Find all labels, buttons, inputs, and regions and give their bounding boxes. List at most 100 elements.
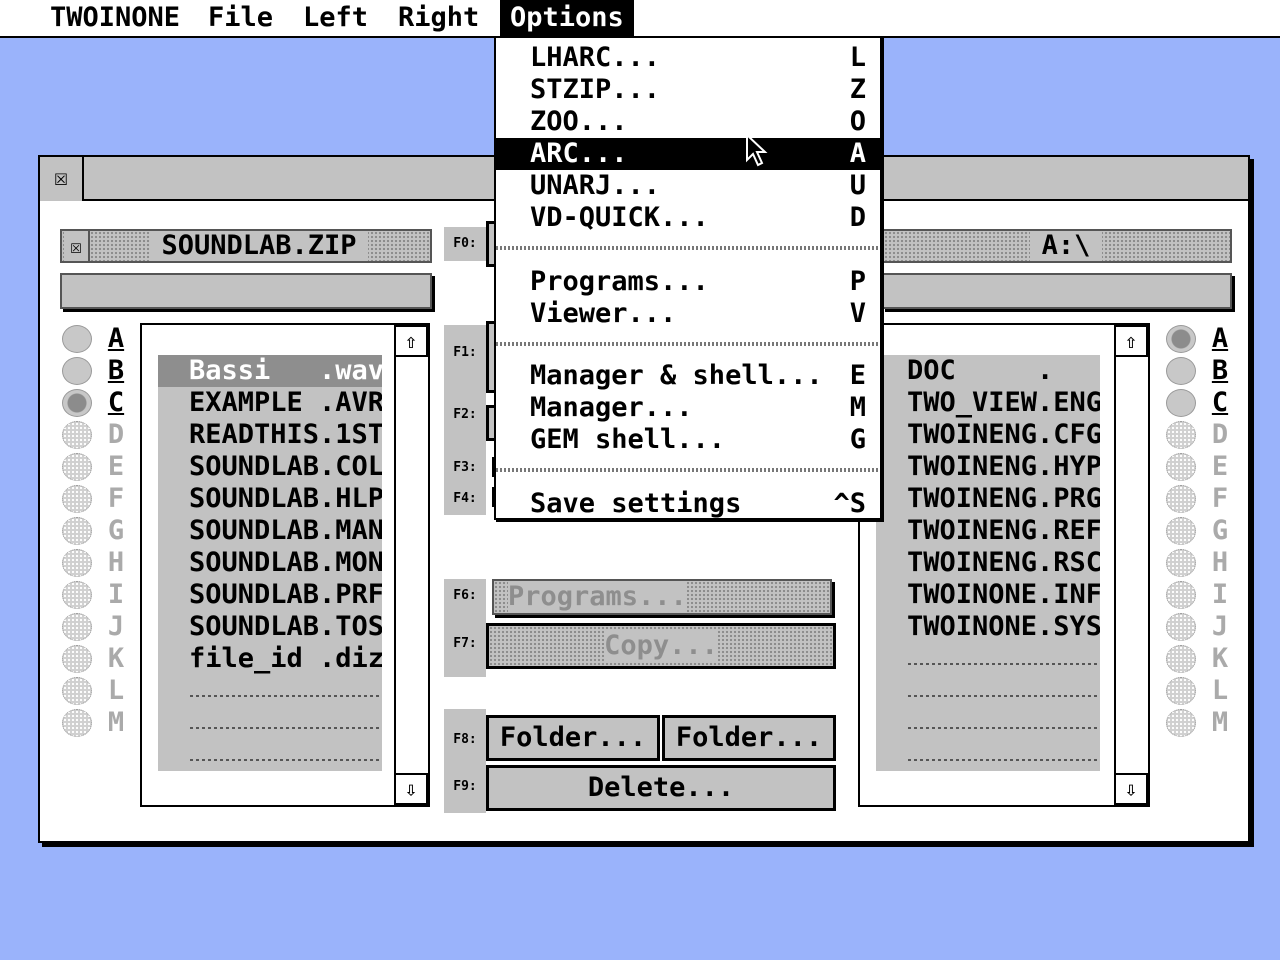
menu-right[interactable]: Right	[388, 0, 489, 36]
file-row[interactable]: TWOINENG.PRG	[876, 483, 1100, 515]
folder-left-button[interactable]: Folder...	[486, 715, 660, 761]
file-row[interactable]: TWOINENG.RSC	[876, 547, 1100, 579]
file-row[interactable]: Bassi .wav	[158, 355, 382, 387]
right-drive-letter-b: B	[1211, 355, 1229, 386]
file-row[interactable]: SOUNDLAB.COL	[158, 451, 382, 483]
menu-item-save-settings[interactable]: Save settings ^S	[496, 488, 880, 520]
menu-item-manager[interactable]: Manager... M	[496, 392, 880, 424]
left-drive-letter-c: C	[107, 387, 125, 418]
menu-item-gem-shell[interactable]: GEM shell... G	[496, 424, 880, 456]
right-drive-radio-k	[1166, 645, 1196, 673]
right-drive-radio-c[interactable]	[1166, 389, 1196, 417]
file-row[interactable]: TWOINENG.CFG	[876, 419, 1100, 451]
left-drive-radio-c[interactable]	[62, 389, 92, 417]
file-row[interactable]: SOUNDLAB.MAN	[158, 515, 382, 547]
menu-item-viewer[interactable]: Viewer... V	[496, 298, 880, 330]
menu-item-zoo[interactable]: ZOO... O	[496, 106, 880, 138]
left-drive-radio-d	[62, 421, 92, 449]
right-info-bar	[882, 273, 1232, 309]
file-row[interactable]: file_id .diz	[158, 643, 382, 675]
file-row[interactable]: TWOINONE.INF	[876, 579, 1100, 611]
file-row[interactable]: SOUNDLAB.HLP	[158, 483, 382, 515]
menu-separator	[496, 468, 880, 472]
left-drive-radio-a[interactable]	[62, 325, 92, 353]
right-drive-radio-a[interactable]	[1166, 325, 1196, 353]
file-row[interactable]: TWOINENG.HYP	[876, 451, 1100, 483]
menu-item-stzip[interactable]: STZIP... Z	[496, 74, 880, 106]
left-drive-letter-d: D	[107, 419, 125, 450]
fkey-f4-label: F4:	[444, 483, 486, 515]
right-drive-radio-g	[1166, 517, 1196, 545]
right-drive-radio-b[interactable]	[1166, 357, 1196, 385]
right-drive-radio-j	[1166, 613, 1196, 641]
left-drive-radio-f	[62, 485, 92, 513]
left-close-icon[interactable]: ☒	[64, 231, 90, 261]
right-drive-list: ABCDEFGHIJKLM	[1166, 323, 1236, 745]
options-menu: LHARC... L STZIP... Z ZOO... O ARC... A UNAR…	[494, 36, 882, 520]
right-drive-radio-l	[1166, 677, 1196, 705]
fkey-f1-label: F1:	[444, 325, 486, 397]
right-file-panel: DOC . TWO_VIEW.ENG TWOINENG.CFG TWOINENG.HY…	[858, 323, 1150, 807]
file-row[interactable]: SOUNDLAB.MON	[158, 547, 382, 579]
left-drive-radio-i	[62, 581, 92, 609]
menu-item-arc[interactable]: ARC... A	[496, 138, 880, 170]
file-row[interactable]: TWOINENG.REF	[876, 515, 1100, 547]
right-drive-letter-k: K	[1211, 643, 1229, 674]
menu-file[interactable]: File	[198, 0, 283, 36]
file-row[interactable]: EXAMPLE .AVR	[158, 387, 382, 419]
right-scroll-up-icon[interactable]: ⇧	[1114, 325, 1148, 357]
empty-file-row	[190, 707, 382, 739]
menu-item-manager-shell[interactable]: Manager & shell... E	[496, 360, 880, 392]
mouse-pointer-icon	[746, 134, 768, 167]
left-drive-radio-g	[62, 517, 92, 545]
file-row[interactable]: TWO_VIEW.ENG	[876, 387, 1100, 419]
file-row[interactable]: SOUNDLAB.TOS	[158, 611, 382, 643]
menu-item-unarj[interactable]: UNARJ... U	[496, 170, 880, 202]
right-file-list[interactable]: DOC . TWO_VIEW.ENG TWOINENG.CFG TWOINENG.HY…	[876, 355, 1100, 771]
menu-item-programs[interactable]: Programs... P	[496, 266, 880, 298]
right-path-label: A:\	[1030, 231, 1102, 261]
left-drive-letter-h: H	[107, 547, 125, 578]
left-drive-radio-b[interactable]	[62, 357, 92, 385]
right-drive-letter-f: F	[1211, 483, 1229, 514]
right-drive-radio-i	[1166, 581, 1196, 609]
delete-button[interactable]: Delete...	[486, 765, 836, 811]
file-row[interactable]: DOC .	[876, 355, 1100, 387]
menu-item-lharc[interactable]: LHARC... L	[496, 42, 880, 74]
left-drive-list: ABCDEFGHIJKLM	[62, 323, 132, 745]
menu-options[interactable]: Options	[500, 0, 634, 36]
left-drive-letter-m: M	[107, 707, 125, 738]
menu-separator	[496, 342, 880, 346]
right-drive-letter-e: E	[1211, 451, 1229, 482]
left-file-list[interactable]: Bassi .wav EXAMPLE .AVR READTHIS.1ST SOUNDL…	[158, 355, 382, 771]
fkey-f9-label: F9:	[444, 761, 486, 813]
fkey-f8-label: F8:	[444, 709, 486, 761]
right-drive-letter-a: A	[1211, 323, 1229, 354]
left-drive-letter-l: L	[107, 675, 125, 706]
right-drive-letter-j: J	[1211, 611, 1229, 642]
empty-file-row	[190, 675, 382, 707]
left-drive-radio-l	[62, 677, 92, 705]
folder-right-button[interactable]: Folder...	[662, 715, 836, 761]
file-row[interactable]: READTHIS.1ST	[158, 419, 382, 451]
right-scroll-down-icon[interactable]: ⇩	[1114, 773, 1148, 805]
programs-button[interactable]: Programs...	[492, 579, 832, 615]
left-scroll-down-icon[interactable]: ⇩	[394, 773, 428, 805]
close-icon[interactable]: ☒	[40, 157, 84, 201]
file-row[interactable]: TWOINONE.SYS	[876, 611, 1100, 643]
right-drive-letter-d: D	[1211, 419, 1229, 450]
left-scroll-up-icon[interactable]: ⇧	[394, 325, 428, 357]
left-drive-radio-m	[62, 709, 92, 737]
left-drive-letter-a: A	[107, 323, 125, 354]
right-drive-radio-m	[1166, 709, 1196, 737]
file-row[interactable]: SOUNDLAB.PRF	[158, 579, 382, 611]
left-drive-letter-k: K	[107, 643, 125, 674]
fkey-f0-label: F0:	[444, 227, 486, 261]
copy-button[interactable]: Copy...	[486, 623, 836, 669]
menu-twoinone[interactable]: TWOINONE	[40, 0, 190, 36]
empty-file-row	[908, 739, 1100, 771]
menu-item-vd-quick[interactable]: VD-QUICK... D	[496, 202, 880, 234]
menu-left[interactable]: Left	[293, 0, 378, 36]
left-path-label: SOUNDLAB.ZIP	[150, 231, 368, 261]
fkey-f6-label: F6:	[444, 579, 486, 619]
